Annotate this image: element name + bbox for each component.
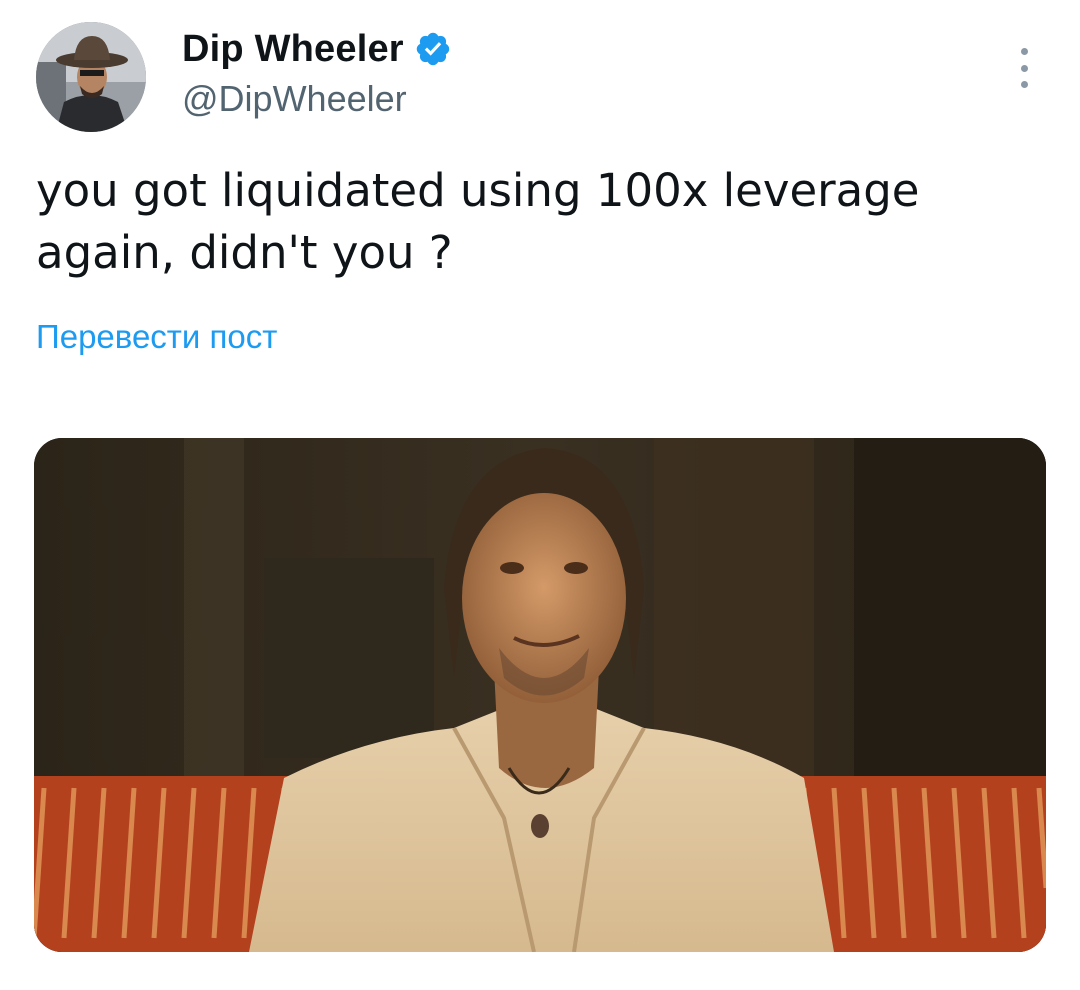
verified-badge-icon[interactable] — [414, 30, 452, 68]
author-display-name[interactable]: Dip Wheeler — [182, 28, 404, 71]
author-name-row: Dip Wheeler — [182, 26, 452, 72]
translate-post-link[interactable]: Перевести пост — [36, 318, 277, 356]
photo-man-on-couch-icon — [34, 438, 1046, 952]
dot — [1020, 81, 1028, 88]
avatar-photo-icon — [36, 22, 146, 132]
tweet: Dip Wheeler @DipWheeler you got liquidat… — [0, 0, 1080, 990]
tweet-media-photo[interactable] — [34, 438, 1046, 952]
dot — [1020, 48, 1028, 55]
dot — [1020, 64, 1028, 72]
avatar[interactable] — [36, 22, 146, 132]
author-handle[interactable]: @DipWheeler — [182, 78, 407, 120]
tweet-text: you got liquidated using 100x leverage a… — [36, 164, 920, 279]
more-vertical-icon[interactable] — [1012, 48, 1036, 88]
